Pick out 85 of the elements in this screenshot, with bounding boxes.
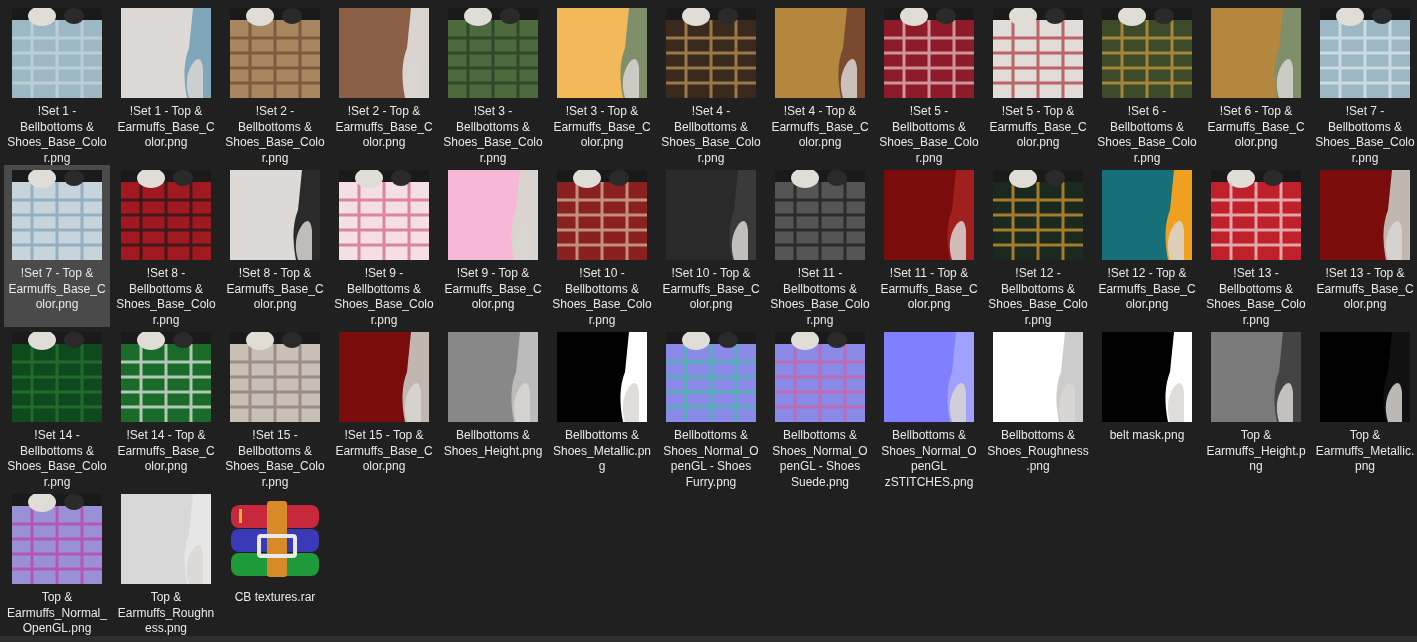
file-item[interactable]: !Set 2 - Bellbottoms & Shoes_Base_Color.png <box>222 3 328 165</box>
file-name: Bellbottoms & Shoes_Normal_OpenGL zSTITCHES.png <box>880 428 978 490</box>
file-name: Top & Earmuffs_Roughness.png <box>116 590 216 637</box>
file-name: !Set 7 - Top & Earmuffs_Base_Color.png <box>7 266 107 313</box>
file-name: Top & Earmuffs_Metallic.png <box>1314 428 1416 475</box>
file-name: !Set 1 - Top & Earmuffs_Base_Color.png <box>116 104 216 151</box>
file-item[interactable]: !Set 10 - Top & Earmuffs_Base_Color.png <box>658 165 764 327</box>
file-name: !Set 6 - Bellbottoms & Shoes_Base_Color.png <box>1096 104 1198 166</box>
file-name: Bellbottoms & Shoes_Metallic.png <box>551 428 653 475</box>
file-name: !Set 15 - Top & Earmuffs_Base_Color.png <box>334 428 434 475</box>
file-name: belt mask.png <box>1108 428 1186 444</box>
file-item[interactable]: !Set 12 - Top & Earmuffs_Base_Color.png <box>1094 165 1200 327</box>
file-name: Bellbottoms & Shoes_Normal_OpenGL - Shoes Suede.png <box>771 428 869 490</box>
file-name: !Set 9 - Top & Earmuffs_Base_Color.png <box>443 266 543 313</box>
file-item[interactable]: !Set 10 - Bellbottoms & Shoes_Base_Color.png <box>549 165 655 327</box>
file-item[interactable]: !Set 14 - Bellbottoms & Shoes_Base_Color.png <box>4 327 110 489</box>
file-name: !Set 10 - Bellbottoms & Shoes_Base_Color.png <box>551 266 653 328</box>
file-item[interactable]: !Set 9 - Top & Earmuffs_Base_Color.png <box>440 165 546 327</box>
file-item[interactable]: Bellbottoms & Shoes_Metallic.png <box>549 327 655 489</box>
file-item[interactable]: CB textures.rar <box>222 489 328 642</box>
file-name: Bellbottoms & Shoes_Normal_OpenGL - Shoes Furry.png <box>662 428 760 490</box>
file-name: !Set 14 - Bellbottoms & Shoes_Base_Color.png <box>6 428 108 490</box>
file-name: !Set 10 - Top & Earmuffs_Base_Color.png <box>661 266 761 313</box>
file-name: Bellbottoms & Shoes_Height.png <box>442 428 544 459</box>
file-name: !Set 11 - Bellbottoms & Shoes_Base_Color.png <box>769 266 871 328</box>
file-name: !Set 11 - Top & Earmuffs_Base_Color.png <box>879 266 979 313</box>
file-name: !Set 6 - Top & Earmuffs_Base_Color.png <box>1206 104 1306 151</box>
file-item[interactable]: !Set 4 - Top & Earmuffs_Base_Color.png <box>767 3 873 165</box>
file-name: !Set 4 - Top & Earmuffs_Base_Color.png <box>770 104 870 151</box>
file-name: !Set 14 - Top & Earmuffs_Base_Color.png <box>116 428 216 475</box>
file-item[interactable]: Bellbottoms & Shoes_Normal_OpenGL - Shoes Furry.png <box>658 327 764 489</box>
file-item[interactable]: !Set 9 - Bellbottoms & Shoes_Base_Color.png <box>331 165 437 327</box>
file-item[interactable]: !Set 3 - Bellbottoms & Shoes_Base_Color.png <box>440 3 546 165</box>
file-item[interactable]: !Set 6 - Bellbottoms & Shoes_Base_Color.png <box>1094 3 1200 165</box>
file-item[interactable]: !Set 7 - Top & Earmuffs_Base_Color.png <box>4 165 110 327</box>
file-name: !Set 12 - Top & Earmuffs_Base_Color.png <box>1097 266 1197 313</box>
file-item[interactable]: !Set 11 - Bellbottoms & Shoes_Base_Color.png <box>767 165 873 327</box>
file-name: Top & Earmuffs_Normal_OpenGL.png <box>6 590 108 637</box>
file-item[interactable]: belt mask.png <box>1094 327 1200 489</box>
file-item[interactable]: !Set 1 - Bellbottoms & Shoes_Base_Color.png <box>4 3 110 165</box>
file-item[interactable]: !Set 14 - Top & Earmuffs_Base_Color.png <box>113 327 219 489</box>
file-name: !Set 4 - Bellbottoms & Shoes_Base_Color.png <box>660 104 762 166</box>
file-name: !Set 8 - Bellbottoms & Shoes_Base_Color.png <box>115 266 217 328</box>
file-item[interactable]: !Set 5 - Top & Earmuffs_Base_Color.png <box>985 3 1091 165</box>
file-item[interactable]: !Set 6 - Top & Earmuffs_Base_Color.png <box>1203 3 1309 165</box>
file-name: !Set 9 - Bellbottoms & Shoes_Base_Color.png <box>333 266 435 328</box>
file-item[interactable]: Bellbottoms & Shoes_Height.png <box>440 327 546 489</box>
file-item[interactable]: !Set 11 - Top & Earmuffs_Base_Color.png <box>876 165 982 327</box>
file-item[interactable]: !Set 4 - Bellbottoms & Shoes_Base_Color.png <box>658 3 764 165</box>
file-item[interactable]: !Set 8 - Top & Earmuffs_Base_Color.png <box>222 165 328 327</box>
file-item[interactable]: !Set 15 - Bellbottoms & Shoes_Base_Color.png <box>222 327 328 489</box>
file-name: !Set 8 - Top & Earmuffs_Base_Color.png <box>225 266 325 313</box>
file-item[interactable]: !Set 7 - Bellbottoms & Shoes_Base_Color.png <box>1312 3 1417 165</box>
file-name: !Set 3 - Top & Earmuffs_Base_Color.png <box>552 104 652 151</box>
file-name: !Set 7 - Bellbottoms & Shoes_Base_Color.png <box>1314 104 1416 166</box>
file-name: !Set 13 - Bellbottoms & Shoes_Base_Color.png <box>1205 266 1307 328</box>
file-item[interactable]: !Set 8 - Bellbottoms & Shoes_Base_Color.png <box>113 165 219 327</box>
file-item[interactable]: !Set 1 - Top & Earmuffs_Base_Color.png <box>113 3 219 165</box>
file-item[interactable]: !Set 12 - Bellbottoms & Shoes_Base_Color.png <box>985 165 1091 327</box>
file-item[interactable]: Bellbottoms & Shoes_Normal_OpenGL zSTITCHES.png <box>876 327 982 489</box>
file-name: Bellbottoms & Shoes_Roughness.png <box>987 428 1089 475</box>
file-name: !Set 5 - Bellbottoms & Shoes_Base_Color.png <box>878 104 980 166</box>
file-name: !Set 13 - Top & Earmuffs_Base_Color.png <box>1315 266 1415 313</box>
file-name: !Set 15 - Bellbottoms & Shoes_Base_Color.png <box>224 428 326 490</box>
file-item[interactable]: !Set 3 - Top & Earmuffs_Base_Color.png <box>549 3 655 165</box>
file-name: !Set 1 - Bellbottoms & Shoes_Base_Color.png <box>6 104 108 166</box>
file-item[interactable]: !Set 13 - Bellbottoms & Shoes_Base_Color.png <box>1203 165 1309 327</box>
file-name: !Set 5 - Top & Earmuffs_Base_Color.png <box>988 104 1088 151</box>
file-item[interactable]: Top & Earmuffs_Roughness.png <box>113 489 219 642</box>
file-item[interactable]: !Set 5 - Bellbottoms & Shoes_Base_Color.png <box>876 3 982 165</box>
file-name: !Set 12 - Bellbottoms & Shoes_Base_Color.png <box>987 266 1089 328</box>
archive-icon <box>229 499 321 579</box>
file-item[interactable]: Top & Earmuffs_Metallic.png <box>1312 327 1417 489</box>
file-item[interactable]: Top & Earmuffs_Normal_OpenGL.png <box>4 489 110 642</box>
file-name: CB textures.rar <box>233 590 317 606</box>
file-item[interactable]: !Set 13 - Top & Earmuffs_Base_Color.png <box>1312 165 1417 327</box>
file-item[interactable]: Bellbottoms & Shoes_Roughness.png <box>985 327 1091 489</box>
file-name: !Set 3 - Bellbottoms & Shoes_Base_Color.png <box>442 104 544 166</box>
file-item[interactable]: Bellbottoms & Shoes_Normal_OpenGL - Shoes Suede.png <box>767 327 873 489</box>
file-item[interactable]: !Set 15 - Top & Earmuffs_Base_Color.png <box>331 327 437 489</box>
file-name: !Set 2 - Bellbottoms & Shoes_Base_Color.png <box>224 104 326 166</box>
file-item[interactable]: Top & Earmuffs_Height.png <box>1203 327 1309 489</box>
file-name: Top & Earmuffs_Height.png <box>1205 428 1307 475</box>
file-item[interactable]: !Set 2 - Top & Earmuffs_Base_Color.png <box>331 3 437 165</box>
file-name: !Set 2 - Top & Earmuffs_Base_Color.png <box>334 104 434 151</box>
